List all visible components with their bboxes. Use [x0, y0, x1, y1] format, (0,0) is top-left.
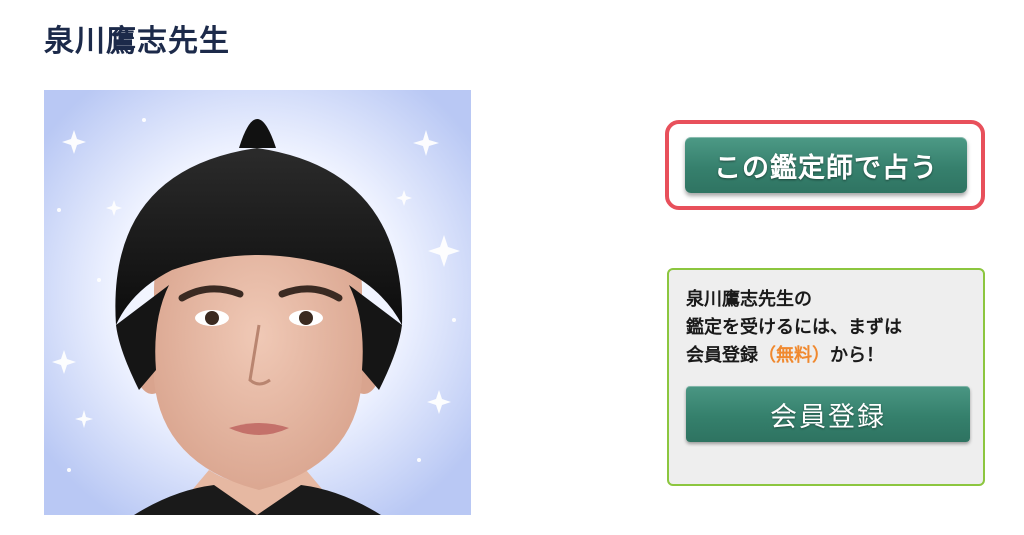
register-panel: 泉川鷹志先生の 鑑定を受けるには、まずは 会員登録（無料）から！ 会員登録: [667, 268, 985, 486]
register-message: 泉川鷹志先生の 鑑定を受けるには、まずは 会員登録（無料）から！: [686, 286, 976, 370]
consult-advisor-button[interactable]: この鑑定師で占う: [685, 137, 967, 193]
fortune-teller-portrait-icon: [44, 90, 471, 515]
page-title: 泉川鷹志先生: [44, 24, 230, 59]
register-message-line1: 泉川鷹志先生の: [686, 289, 812, 310]
register-message-line3-suffix: から！: [830, 345, 884, 366]
free-label: （無料）: [758, 345, 830, 366]
register-message-line2: 鑑定を受けるには、まずは: [686, 317, 902, 338]
advisor-photo: [44, 90, 471, 515]
cta-highlight-frame: この鑑定師で占う: [665, 120, 985, 210]
advisor-profile-page: 泉川鷹志先生 この鑑定師で占う 泉川鷹志先生の 鑑定を受けるには、まずは 会員登…: [0, 0, 1024, 535]
member-register-button[interactable]: 会員登録: [686, 386, 970, 442]
register-message-line3-prefix: 会員登録: [686, 345, 758, 366]
